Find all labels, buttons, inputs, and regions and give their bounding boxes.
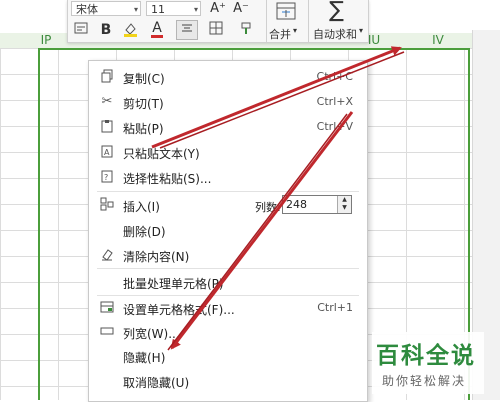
font-color-button[interactable]: A [148,21,166,38]
merge-icon [276,2,296,20]
menu-item-label: 清除内容(N) [123,250,190,264]
align-center-button[interactable] [176,20,198,40]
insert-count-label: 列数: [255,201,281,214]
column-header-iv[interactable]: IV [418,33,458,48]
chevron-down-icon: ▾ [359,26,364,35]
bold-button[interactable]: B [98,21,114,39]
chevron-down-icon: ▾ [193,5,198,14]
cut-icon: ✂ [101,94,113,109]
font-grow-button[interactable]: A⁺ [208,0,228,18]
menu-separator [97,268,359,269]
font-size-select[interactable]: 11 ▾ [146,1,201,16]
chevron-down-icon: ▾ [133,5,138,14]
svg-text:A: A [104,148,110,157]
spinner-up-icon[interactable]: ▲ [338,196,351,204]
menu-item-column-width[interactable]: 列宽(W)... [89,320,367,345]
eraser-icon [99,247,115,263]
menu-item-hide[interactable]: 隐藏(H) [89,344,367,369]
count-spinner[interactable]: ▲ ▼ [337,196,351,213]
menu-item-shortcut: Ctrl+V [316,120,353,133]
spinner-down-icon[interactable]: ▼ [338,204,351,212]
menu-item-paste-special[interactable]: ? 选择性粘贴(S)... [89,165,367,190]
menu-item-label: 选择性粘贴(S)... [123,172,212,186]
menu-item-batch-process[interactable]: 批量处理单元格(P) [89,270,367,295]
menu-item-unhide[interactable]: 取消隐藏(U) [89,369,367,394]
column-width-icon [99,324,115,340]
merge-label: 合并 [269,28,291,41]
menu-item-copy[interactable]: 复制(C) Ctrl+C [89,65,367,90]
font-color-glyph: A [152,20,162,36]
font-size-value: 11 [151,3,165,16]
copy-icon [99,69,115,85]
menu-item-paste-text-only[interactable]: A 只粘贴文本(Y) [89,140,367,165]
menu-item-label: 列宽(W)... [123,327,180,341]
menu-item-shortcut: Ctrl+X [316,95,353,108]
font-shrink-button[interactable]: A⁻ [231,0,251,18]
paint-format-icon[interactable] [236,21,256,40]
menu-item-shortcut: Ctrl+1 [317,301,353,314]
menu-item-label: 插入(I) [123,200,160,214]
menu-item-label: 隐藏(H) [123,351,166,365]
menu-item-insert[interactable]: 插入(I) 列数: 248 ▲ ▼ [89,193,367,218]
menu-item-label: 取消隐藏(U) [123,376,190,390]
paste-icon [99,119,115,135]
autosum-label: 自动求和 [313,28,357,41]
menu-item-label: 剪切(T) [123,97,164,111]
menu-item-format-cells[interactable]: 设置单元格格式(F)... Ctrl+1 [89,296,367,321]
borders-button[interactable] [206,21,226,40]
menu-item-delete[interactable]: 删除(D) [89,218,367,243]
menu-item-cut[interactable]: ✂ 剪切(T) Ctrl+X [89,90,367,115]
menu-item-paste[interactable]: 粘贴(P) Ctrl+V [89,115,367,140]
menu-item-label: 只粘贴文本(Y) [123,147,200,161]
autosum-button[interactable]: ∑ 自动求和 ▾ [308,0,367,42]
menu-item-shortcut: Ctrl+C [316,70,353,83]
menu-item-label: 复制(C) [123,72,165,86]
column-header-ip[interactable]: IP [26,33,66,48]
format-cells-icon [99,300,115,316]
merge-cells-button[interactable]: 合并 ▾ [266,0,305,42]
context-menu: 复制(C) Ctrl+C ✂ 剪切(T) Ctrl+X 粘贴(P) Ctrl+V… [88,60,368,402]
insert-count-input[interactable]: 248 ▲ ▼ [282,195,352,214]
menu-item-clear-contents[interactable]: 清除内容(N) [89,243,367,268]
watermark-subtitle: 助你轻松解决 [382,374,467,388]
sigma-icon: ∑ [329,0,344,23]
ribbon-toolbar: 宋体 ▾ 11 ▾ A⁺ A⁻ B A 合并 ▾ ∑ 自动求和 ▾ [67,0,369,43]
menu-item-label: 批量处理单元格(P) [123,277,224,291]
menu-item-label: 粘贴(P) [123,122,164,136]
menu-separator [97,191,359,192]
watermark-title: 百科全说 [376,343,476,369]
svg-text:?: ? [104,173,108,182]
fill-color-button[interactable] [120,21,142,42]
insert-icon [99,197,115,213]
insert-count-value: 248 [286,198,307,211]
watermark: 百科全说 助你轻松解决 [372,332,484,394]
menu-item-label: 删除(D) [123,225,166,239]
wrap-text-icon[interactable] [72,21,90,40]
paste-text-icon: A [99,144,115,160]
font-name-select[interactable]: 宋体 ▾ [71,1,141,16]
chevron-down-icon: ▾ [293,26,298,35]
font-name-value: 宋体 [76,3,98,16]
menu-item-label: 设置单元格格式(F)... [123,303,235,317]
paste-special-icon: ? [99,169,115,185]
